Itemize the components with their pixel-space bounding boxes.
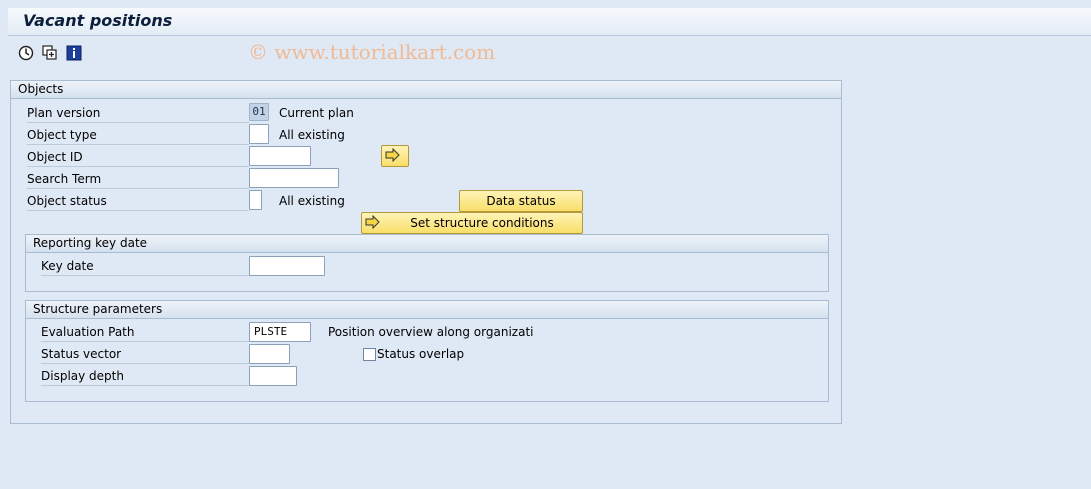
object-status-label: Object status [27,191,249,211]
selection-screen: Objects Plan version 01 Current plan Obj… [10,80,842,424]
variant-icon[interactable] [42,45,58,61]
reporting-group-title: Reporting key date [26,235,828,253]
structure-group-title: Structure parameters [26,301,828,319]
status-overlap-label: Status overlap [377,347,465,361]
plan-version-field[interactable]: 01 [249,103,269,121]
data-status-button[interactable]: Data status [459,190,583,212]
info-icon[interactable] [66,45,82,61]
title-bar: Vacant positions [8,8,1091,36]
arrow-right-icon [365,214,381,235]
evaluation-path-desc: Position overview along organizati [328,325,534,339]
display-depth-field[interactable] [249,366,297,386]
status-vector-field[interactable] [249,344,290,364]
object-id-label: Object ID [27,147,249,167]
structure-parameters-group: Structure parameters Evaluation Path PLS… [25,300,829,402]
display-depth-label: Display depth [41,366,250,386]
application-toolbar: © www.tutorialkart.com [8,37,1091,73]
object-type-desc: All existing [279,128,345,142]
object-status-field[interactable] [249,190,262,210]
structure-conditions-label: Set structure conditions [410,216,554,230]
key-date-field[interactable] [249,256,325,276]
reporting-key-date-group: Reporting key date Key date [25,234,829,292]
objects-group-title: Objects [11,81,841,99]
watermark: © www.tutorialkart.com [248,40,496,64]
arrow-right-icon [385,147,401,168]
plan-version-label: Plan version [27,103,249,123]
execute-icon[interactable] [18,45,34,61]
plan-version-desc: Current plan [279,106,354,120]
evaluation-path-field[interactable]: PLSTE [249,322,311,342]
evaluation-path-label: Evaluation Path [41,322,250,342]
object-status-desc: All existing [279,194,345,208]
object-id-field[interactable] [249,146,311,166]
structure-conditions-button[interactable]: Set structure conditions [361,212,583,234]
status-overlap-checkbox[interactable] [363,348,376,361]
object-type-field[interactable] [249,124,269,144]
key-date-label: Key date [41,256,250,276]
status-vector-label: Status vector [41,344,250,364]
page-title: Vacant positions [23,11,173,30]
search-term-label: Search Term [27,169,249,189]
multiple-selection-button[interactable] [381,145,409,167]
search-term-field[interactable] [249,168,339,188]
object-type-label: Object type [27,125,249,145]
